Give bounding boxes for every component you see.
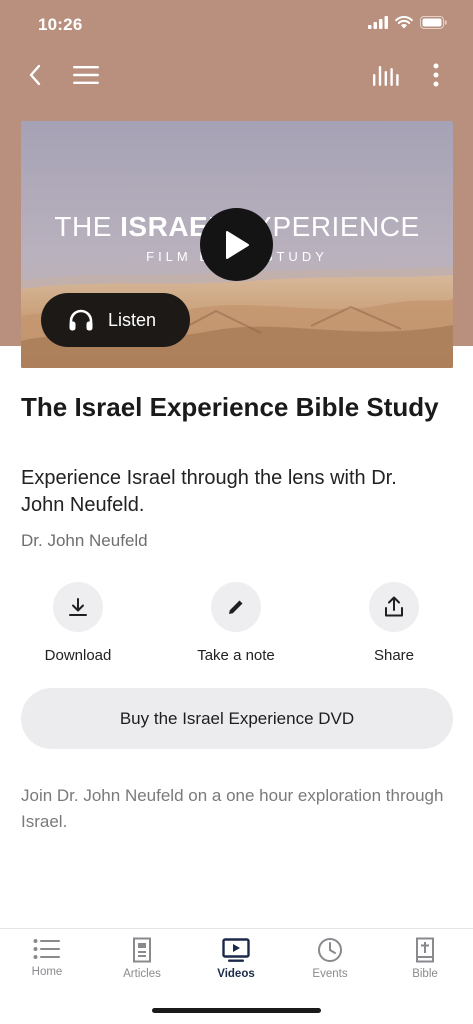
clock-icon [318, 938, 342, 962]
home-indicator[interactable] [152, 1008, 321, 1013]
play-icon [225, 230, 249, 259]
bar-chart-icon [373, 66, 399, 86]
status-bar: 10:26 [0, 0, 473, 50]
tab-articles-label: Articles [123, 968, 161, 980]
cellular-signal-icon [368, 16, 388, 29]
author-name[interactable]: Dr. John Neufeld [21, 531, 148, 551]
battery-icon [420, 16, 447, 29]
bible-icon [416, 937, 434, 963]
description: Join Dr. John Neufeld on a one hour expl… [21, 786, 444, 831]
share-button[interactable]: Share [324, 582, 464, 664]
tab-home[interactable]: Home [0, 937, 94, 978]
listen-label: Listen [108, 309, 157, 330]
tab-bible-label: Bible [412, 968, 438, 980]
stats-button[interactable] [366, 55, 406, 95]
buy-dvd-button[interactable]: Buy the Israel Experience DVD [21, 688, 453, 749]
more-vertical-icon [433, 63, 439, 87]
tab-events[interactable]: Events [283, 937, 377, 980]
tab-home-label: Home [31, 966, 63, 978]
page-subtitle: Experience Israel through the lens with … [21, 467, 397, 516]
share-icon [385, 596, 403, 617]
listen-button[interactable]: Listen [41, 293, 190, 347]
hamburger-menu-icon [73, 66, 99, 84]
take-note-button[interactable]: Take a note [166, 582, 306, 664]
share-label: Share [373, 647, 415, 664]
status-icons [368, 16, 447, 29]
take-note-label: Take a note [197, 647, 275, 664]
download-icon-circle [53, 582, 103, 632]
menu-button[interactable] [66, 55, 106, 95]
play-button[interactable] [200, 208, 273, 281]
tab-bible[interactable]: Bible [378, 937, 472, 980]
chevron-left-icon [29, 64, 41, 86]
tab-videos-label: Videos [217, 968, 255, 980]
status-time: 10:26 [38, 15, 83, 34]
nav-bar [0, 55, 473, 99]
wifi-icon [395, 16, 413, 29]
download-icon [69, 598, 87, 616]
video-thumbnail[interactable]: THE ISRAEL EXPERIENCE FILM BIBLE STUDY L… [21, 121, 453, 368]
list-icon [33, 939, 60, 959]
headphones-icon [69, 309, 93, 331]
video-title-part-1: THE [54, 211, 121, 242]
tab-events-label: Events [312, 968, 348, 980]
download-button[interactable]: Download [8, 582, 148, 664]
pencil-icon [229, 600, 243, 614]
more-button[interactable] [416, 55, 456, 95]
article-icon [133, 937, 151, 963]
video-icon [222, 938, 250, 962]
note-icon-circle [211, 582, 261, 632]
tab-videos[interactable]: Videos [189, 937, 283, 980]
download-label: Download [44, 647, 112, 664]
action-row: Download Take a note Share [0, 582, 473, 672]
back-button[interactable] [15, 55, 55, 95]
share-icon-circle [369, 582, 419, 632]
tab-articles[interactable]: Articles [95, 937, 189, 980]
page-title: The Israel Experience Bible Study [21, 392, 439, 422]
